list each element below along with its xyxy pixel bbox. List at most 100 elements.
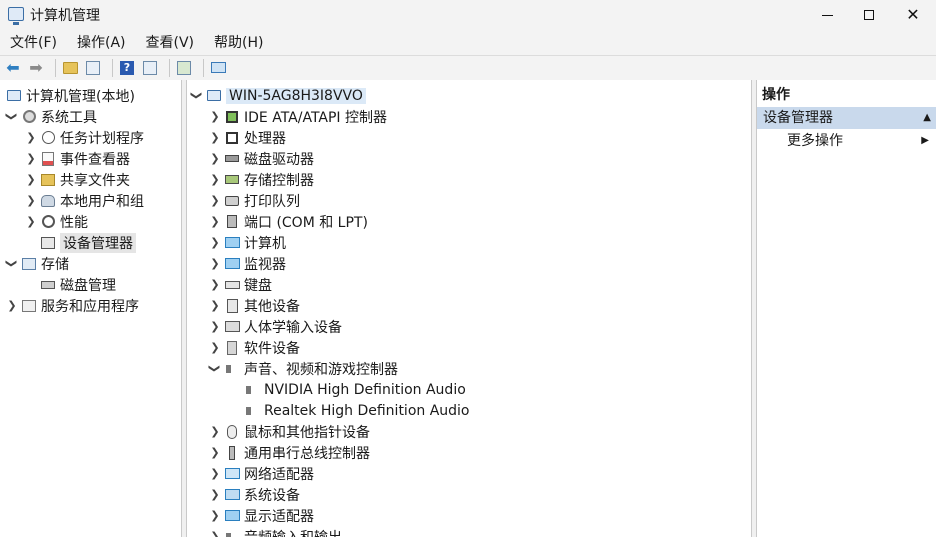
more-actions-item[interactable]: 更多操作 ▶ <box>757 130 936 152</box>
speaker-icon <box>244 382 260 398</box>
chevron-right-icon[interactable]: ❯ <box>24 173 38 186</box>
chevron-right-icon[interactable]: ❯ <box>24 215 38 228</box>
device-category[interactable]: ❯ 软件设备 <box>208 337 300 358</box>
chevron-right-icon[interactable]: ❯ <box>208 488 222 501</box>
chevron-down-icon[interactable]: ❯ <box>5 257 19 270</box>
category-label: 监视器 <box>244 256 286 273</box>
network-adapter-icon <box>224 466 240 482</box>
chevron-down-icon[interactable]: ❯ <box>190 89 204 102</box>
tree-item-services-apps[interactable]: ❯ 服务和应用程序 <box>5 295 139 316</box>
chevron-right-icon[interactable]: ❯ <box>208 131 222 144</box>
device-category[interactable]: ❯ 其他设备 <box>208 295 300 316</box>
category-label: 处理器 <box>244 130 286 147</box>
device-category[interactable]: ❯ 人体学输入设备 <box>208 316 342 337</box>
device-category[interactable]: ❯ 端口 (COM 和 LPT) <box>208 211 368 232</box>
tree-item-performance[interactable]: ❯ 性能 <box>24 211 88 232</box>
collapse-up-icon[interactable]: ▲ <box>923 107 931 129</box>
menu-action[interactable]: 操作(A) <box>67 31 136 55</box>
device-category[interactable]: ❯ 监视器 <box>208 253 286 274</box>
device-category[interactable]: ❯ 鼠标和其他指针设备 <box>208 421 370 442</box>
device-category[interactable]: ❯ 键盘 <box>208 274 272 295</box>
computer-icon <box>6 88 22 104</box>
chevron-right-icon[interactable]: ❯ <box>208 446 222 459</box>
close-button[interactable]: ✕ <box>890 0 936 30</box>
tree-label: 磁盘管理 <box>60 277 116 294</box>
chevron-right-icon[interactable]: ❯ <box>208 467 222 480</box>
tree-item-device-manager[interactable]: 设备管理器 <box>38 232 136 253</box>
device-item[interactable]: Realtek High Definition Audio <box>242 400 470 421</box>
chevron-right-icon[interactable]: ❯ <box>208 110 222 123</box>
show-hide-tree-icon[interactable] <box>84 59 102 77</box>
back-icon[interactable]: ⬅ <box>4 58 22 77</box>
menu-help[interactable]: 帮助(H) <box>204 31 273 55</box>
maximize-button[interactable] <box>846 0 892 30</box>
chevron-right-icon[interactable]: ❯ <box>208 425 222 438</box>
up-folder-icon[interactable] <box>61 59 79 77</box>
device-category[interactable]: ❯ 通用串行总线控制器 <box>208 442 370 463</box>
device-category[interactable]: ❯ 打印队列 <box>208 190 300 211</box>
category-label: IDE ATA/ATAPI 控制器 <box>244 109 388 126</box>
chevron-right-icon[interactable]: ❯ <box>208 530 222 537</box>
device-item[interactable]: NVIDIA High Definition Audio <box>242 379 466 400</box>
actions-section-device-manager[interactable]: 设备管理器 ▲ <box>757 107 936 129</box>
tree-item-task-scheduler[interactable]: ❯ 任务计划程序 <box>24 127 144 148</box>
menu-file[interactable]: 文件(F) <box>0 31 67 55</box>
chevron-right-icon[interactable]: ❯ <box>208 257 222 270</box>
minimize-button[interactable] <box>804 0 850 30</box>
tree-item-local-users[interactable]: ❯ 本地用户和组 <box>24 190 144 211</box>
chevron-right-icon[interactable]: ❯ <box>24 131 38 144</box>
device-category[interactable]: ❯ 计算机 <box>208 232 286 253</box>
chevron-right-icon[interactable]: ❯ <box>208 341 222 354</box>
computer-management-icon <box>8 7 24 25</box>
tree-item-disk-management[interactable]: 磁盘管理 <box>38 274 116 295</box>
monitor-icon <box>224 256 240 272</box>
help-icon[interactable]: ? <box>118 59 136 77</box>
performance-icon <box>40 214 56 230</box>
export-icon[interactable] <box>175 59 193 77</box>
chevron-right-icon[interactable]: ❯ <box>24 152 38 165</box>
toolbar-divider <box>55 58 56 77</box>
tree-item-storage[interactable]: ❯ 存储 <box>5 253 70 274</box>
monitor-icon[interactable] <box>209 59 227 77</box>
navigation-tree: 计算机管理(本地) ❯ 系统工具 ❯ 任务计划程序 ❯ 事件查看器 ❯ 共享文件… <box>0 80 182 537</box>
device-category[interactable]: ❯ IDE ATA/ATAPI 控制器 <box>208 106 387 127</box>
chevron-right-icon[interactable]: ❯ <box>208 173 222 186</box>
chevron-right-icon[interactable]: ❯ <box>208 509 222 522</box>
keyboard-icon <box>224 277 240 293</box>
chevron-right-icon[interactable]: ❯ <box>24 194 38 207</box>
properties-icon[interactable] <box>141 59 159 77</box>
device-category-expanded[interactable]: ❯ 声音、视频和游戏控制器 <box>208 358 399 379</box>
tree-item-system-tools[interactable]: ❯ 系统工具 <box>5 106 98 127</box>
device-category[interactable]: ❯ 系统设备 <box>208 484 300 505</box>
menu-view[interactable]: 查看(V) <box>136 31 205 55</box>
other-device-icon <box>224 298 240 314</box>
category-label: 声音、视频和游戏控制器 <box>244 361 398 378</box>
tree-label: 本地用户和组 <box>60 193 144 210</box>
computer-icon <box>206 88 222 104</box>
tree-label: 服务和应用程序 <box>41 298 139 315</box>
device-category[interactable]: ❯ 音频输入和输出 <box>208 526 342 537</box>
chevron-right-icon[interactable]: ❯ <box>208 152 222 165</box>
printer-icon <box>224 193 240 209</box>
tree-item-root[interactable]: 计算机管理(本地) <box>4 85 135 106</box>
chevron-down-icon[interactable]: ❯ <box>5 110 19 123</box>
device-category[interactable]: ❯ 磁盘驱动器 <box>208 148 314 169</box>
tree-item-event-viewer[interactable]: ❯ 事件查看器 <box>24 148 130 169</box>
chevron-right-icon[interactable]: ❯ <box>208 215 222 228</box>
tree-item-shared-folders[interactable]: ❯ 共享文件夹 <box>24 169 130 190</box>
toolbar: ⬅ ➡ ? <box>0 55 936 79</box>
device-category[interactable]: ❯ 存储控制器 <box>208 169 314 190</box>
device-category[interactable]: ❯ 网络适配器 <box>208 463 314 484</box>
chevron-right-icon[interactable]: ❯ <box>208 278 222 291</box>
disk-icon <box>40 277 56 293</box>
device-category[interactable]: ❯ 显示适配器 <box>208 505 314 526</box>
chevron-down-icon[interactable]: ❯ <box>208 362 222 375</box>
chevron-right-icon[interactable]: ❯ <box>208 320 222 333</box>
chevron-right-icon[interactable]: ❯ <box>208 194 222 207</box>
device-tree-host[interactable]: ❯ WIN-5AG8H3I8VVO <box>190 85 366 106</box>
device-category[interactable]: ❯ 处理器 <box>208 127 286 148</box>
chevron-right-icon[interactable]: ❯ <box>5 299 19 312</box>
chevron-right-icon[interactable]: ❯ <box>208 299 222 312</box>
chevron-right-icon[interactable]: ❯ <box>208 236 222 249</box>
forward-icon[interactable]: ➡ <box>27 58 45 77</box>
